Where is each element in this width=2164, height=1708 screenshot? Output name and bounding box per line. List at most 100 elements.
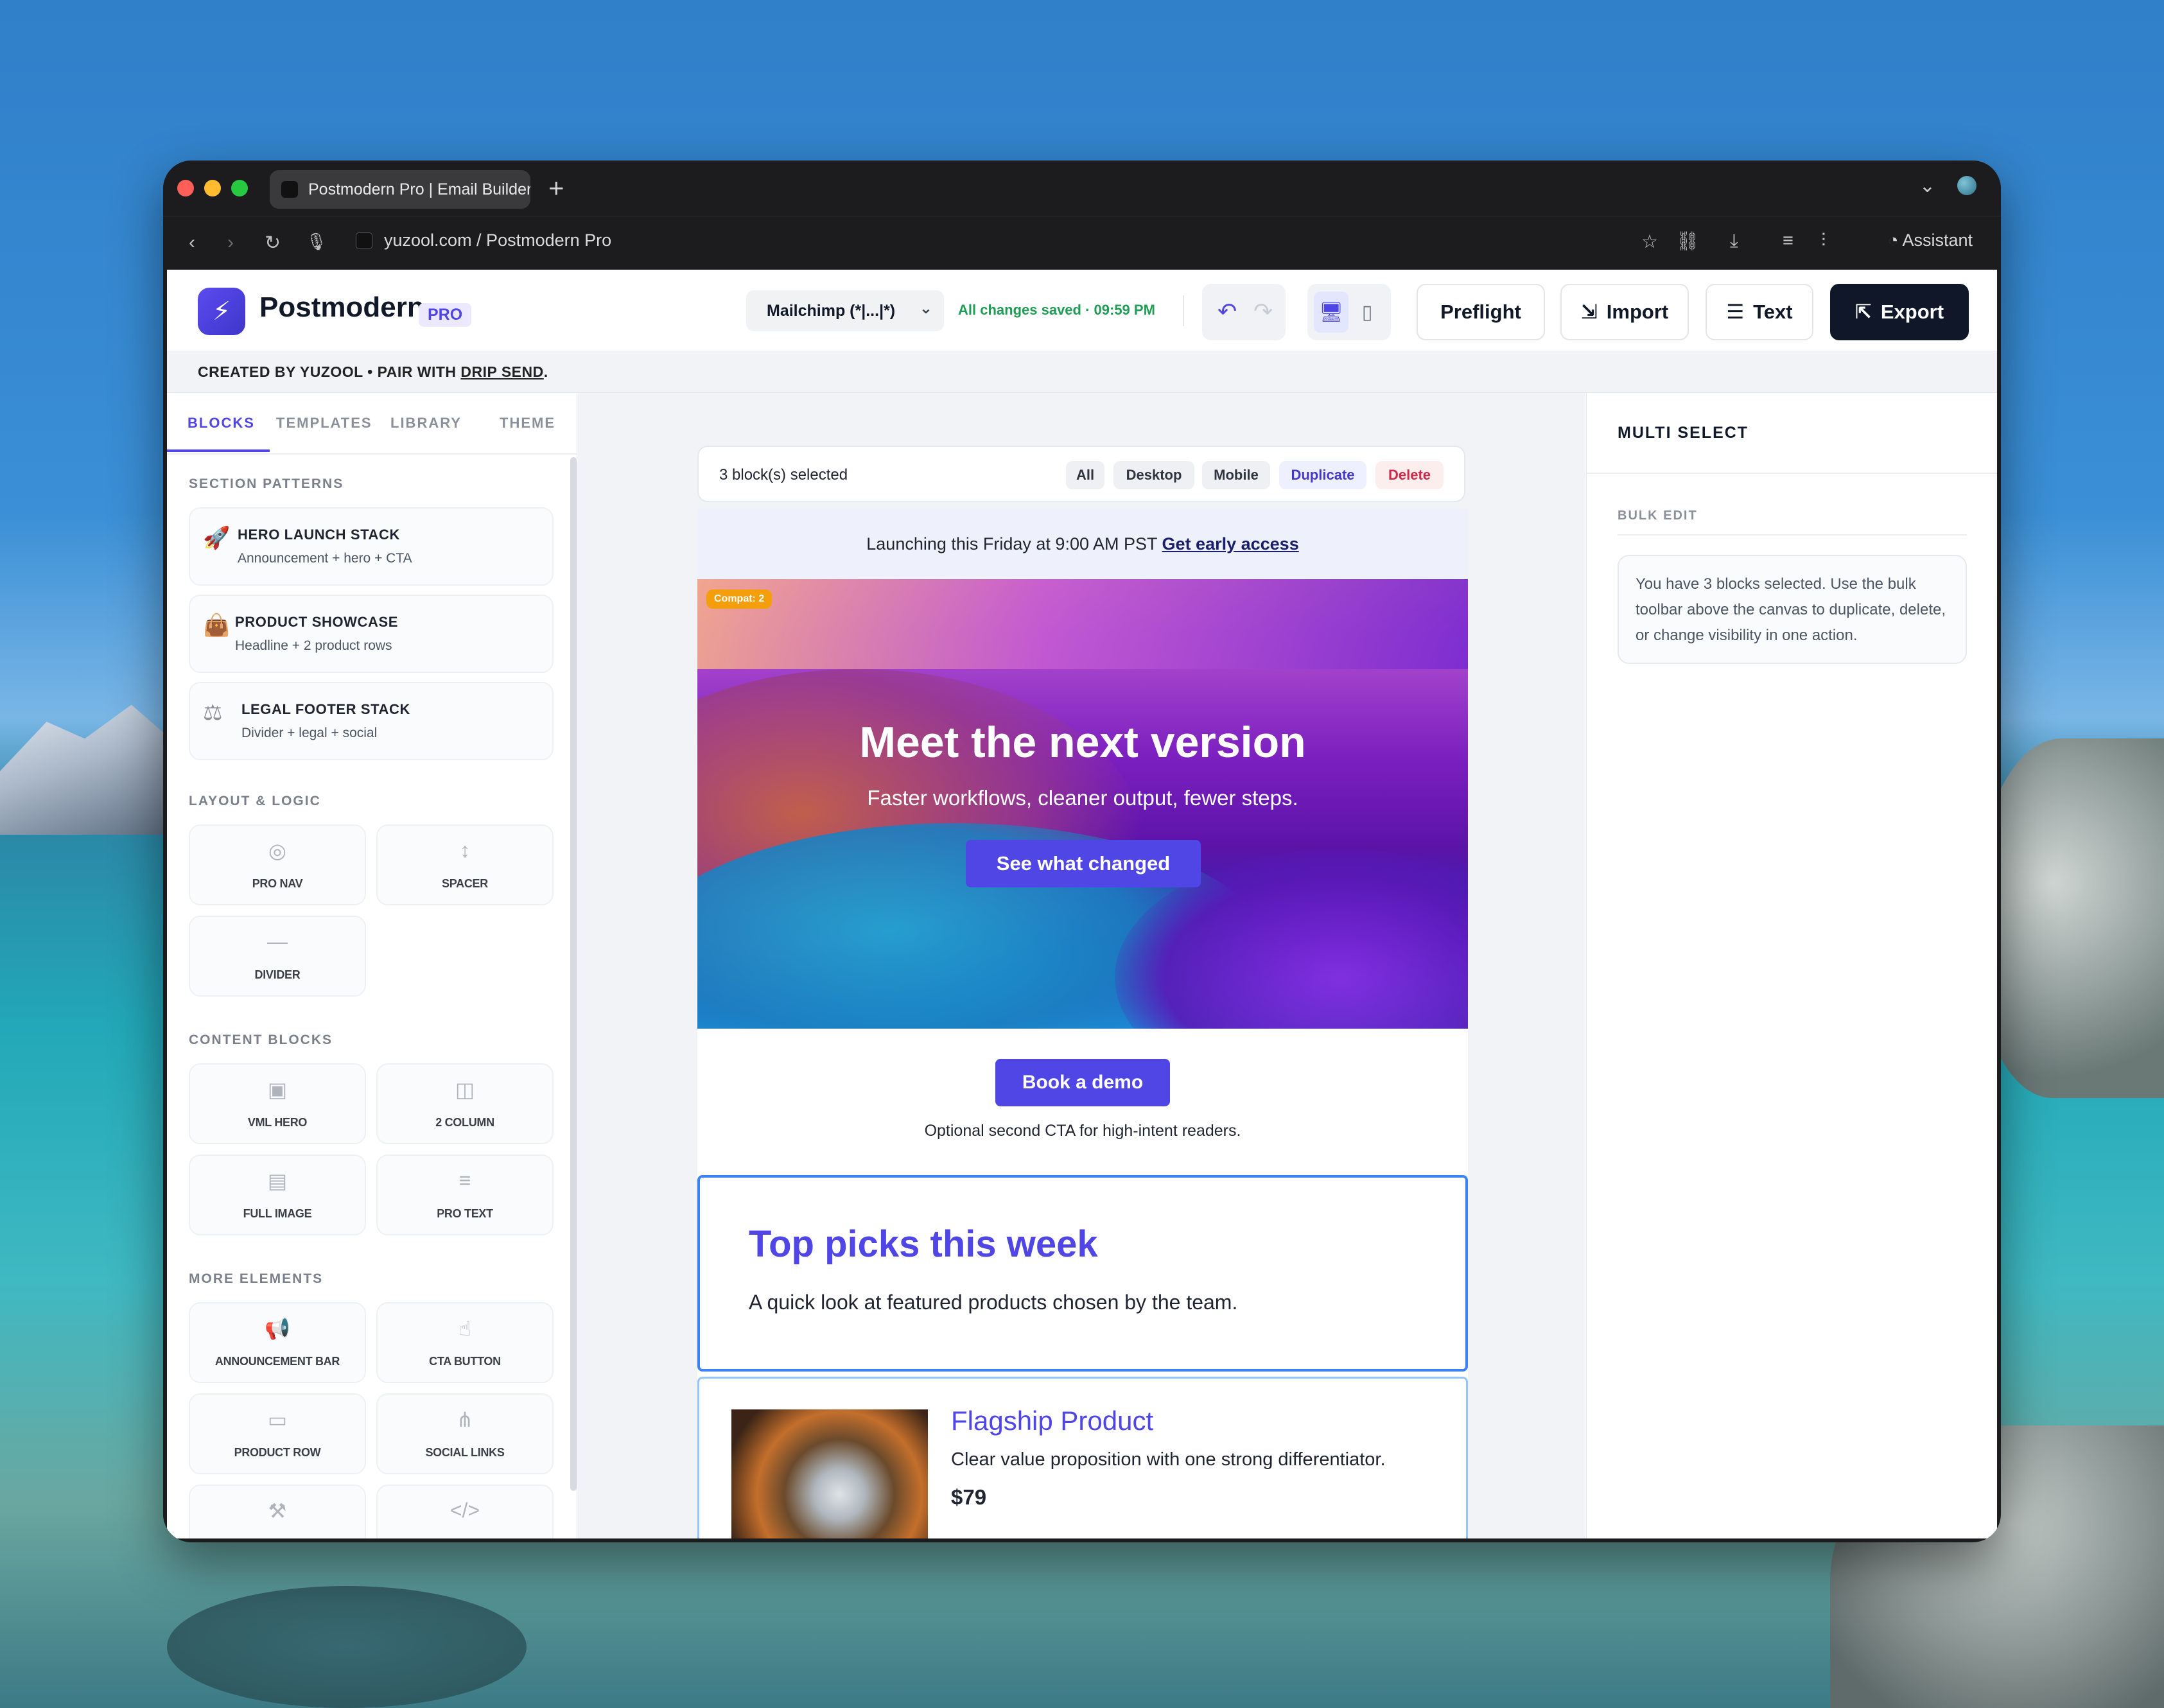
tab-templates[interactable]: TEMPLATES	[276, 415, 372, 431]
credit-text: CREATED BY YUZOOL • PAIR WITH	[198, 363, 461, 380]
pointer-hand-icon: ☝	[458, 1317, 471, 1340]
tile-announcement-bar[interactable]: 📢 ANNOUNCEMENT BAR	[189, 1302, 366, 1383]
share-icon: ⋔	[456, 1408, 474, 1431]
tile-tool[interactable]: ⚒	[189, 1485, 366, 1538]
download-icon[interactable]: ⤓	[1730, 231, 1738, 252]
tile-label: PRODUCT ROW	[234, 1446, 321, 1459]
duplicate-button[interactable]: Duplicate	[1279, 461, 1366, 489]
minimize-window-button[interactable]	[204, 180, 221, 196]
undo-icon[interactable]: ↶	[1217, 298, 1237, 325]
image-icon: ▣	[267, 1078, 288, 1101]
compat-badge: Compat: 2	[706, 589, 772, 609]
credit-suffix: .	[543, 363, 548, 380]
bulk-toolbar: 3 block(s) selected All Desktop Mobile D…	[697, 446, 1465, 502]
announcement-bar[interactable]: Launching this Friday at 9:00 AM PST Get…	[697, 509, 1468, 579]
bookmark-star-icon[interactable]: ☆	[1641, 231, 1658, 253]
tile-2-column[interactable]: ◫ 2 COLUMN	[376, 1063, 554, 1144]
mobile-view-button[interactable]: ▯	[1350, 292, 1384, 333]
bulk-edit-heading: BULK EDIT	[1618, 509, 1698, 523]
tile-pro-text[interactable]: ≡ PRO TEXT	[376, 1155, 554, 1235]
product-row-block[interactable]: Flagship Product Clear value proposition…	[697, 1377, 1468, 1538]
reload-icon[interactable]: ↻	[265, 232, 281, 254]
pattern-legal-footer-stack[interactable]: ⚖ LEGAL FOOTER STACK Divider + legal + s…	[189, 682, 554, 760]
tile-label: 2 COLUMN	[435, 1116, 494, 1129]
filter-mobile-chip[interactable]: Mobile	[1202, 461, 1270, 489]
filter-desktop-chip[interactable]: Desktop	[1113, 461, 1194, 489]
tile-vml-hero[interactable]: ▣ VML HERO	[189, 1063, 366, 1144]
book-demo-button[interactable]: Book a demo	[995, 1059, 1170, 1106]
undo-redo-group: ↶ ↷	[1202, 284, 1286, 340]
hero-block[interactable]: Compat: 2 Meet the next version Faster w…	[697, 579, 1468, 1029]
scales-icon: ⚖	[203, 701, 223, 725]
desktop-view-button[interactable]: 🖥	[1314, 292, 1348, 333]
hero-cta-button[interactable]: See what changed	[966, 840, 1201, 887]
shopping-bag-icon: 👜	[203, 613, 231, 638]
section-more-heading: MORE ELEMENTS	[189, 1271, 324, 1286]
tile-social-links[interactable]: ⋔ SOCIAL LINKS	[376, 1393, 554, 1474]
tile-code[interactable]: </>	[376, 1485, 554, 1538]
hero-gradient-top	[697, 579, 1468, 669]
tile-cta-button[interactable]: ☝ CTA BUTTON	[376, 1302, 554, 1383]
tab-blocks[interactable]: BLOCKS	[188, 415, 255, 431]
text-label: Text	[1753, 301, 1793, 323]
tile-pro-nav[interactable]: ◎ PRO NAV	[189, 824, 366, 905]
text-button[interactable]: ☰ Text	[1706, 284, 1813, 340]
delete-button[interactable]: Delete	[1375, 461, 1444, 489]
import-icon: ⇲	[1580, 301, 1598, 323]
panel-title: MULTI SELECT	[1618, 424, 1749, 442]
tile-label: SOCIAL LINKS	[425, 1446, 505, 1459]
export-button[interactable]: ⇱ Export	[1830, 284, 1969, 340]
text-lines-icon: ☰	[1726, 301, 1745, 323]
product-name: Flagship Product	[951, 1406, 1154, 1436]
profile-icon[interactable]	[1957, 176, 1976, 195]
tab-bar: Postmodern Pro | Email Builder + ⌄	[163, 161, 2001, 216]
blocks-sidebar: BLOCKS TEMPLATES LIBRARY THEME SECTION P…	[167, 393, 577, 1538]
sidebar-scrollbar[interactable]	[570, 457, 577, 1491]
import-button[interactable]: ⇲ Import	[1560, 284, 1689, 340]
url-field[interactable]: yuzool.com / Postmodern Pro	[356, 231, 611, 250]
filter-all-chip[interactable]: All	[1066, 461, 1104, 489]
redo-icon[interactable]: ↷	[1253, 298, 1273, 325]
close-window-button[interactable]	[177, 180, 194, 196]
drip-send-link[interactable]: DRIP SEND	[460, 363, 543, 380]
forward-arrow-icon[interactable]: ›	[227, 232, 234, 254]
back-arrow-icon[interactable]: ‹	[189, 232, 195, 254]
section-layout-heading: LAYOUT & LOGIC	[189, 794, 321, 808]
bulk-edit-info: You have 3 blocks selected. Use the bulk…	[1618, 555, 1967, 664]
site-favicon-icon	[356, 232, 372, 249]
top-picks-block[interactable]: Top picks this week A quick look at feat…	[697, 1175, 1468, 1372]
tile-label: FULL IMAGE	[243, 1207, 312, 1220]
new-tab-button[interactable]: +	[548, 172, 564, 204]
hero-subtitle: Faster workflows, cleaner output, fewer …	[867, 786, 1298, 810]
tile-product-row[interactable]: ▭ PRODUCT ROW	[189, 1393, 366, 1474]
esp-select[interactable]: Mailchimp (*|...|*) ⌄	[746, 290, 944, 331]
tab-library[interactable]: LIBRARY	[390, 415, 462, 431]
early-access-link[interactable]: Get early access	[1162, 534, 1299, 553]
tab-list-chevron-icon[interactable]: ⌄	[1919, 175, 1935, 197]
hammer-icon: ⚒	[268, 1499, 287, 1522]
pattern-hero-launch-stack[interactable]: 🚀 HERO LAUNCH STACK Announcement + hero …	[189, 507, 554, 586]
microphone-icon[interactable]: 🎙	[306, 232, 327, 252]
tab-theme[interactable]: THEME	[500, 415, 555, 431]
maximize-window-button[interactable]	[231, 180, 248, 196]
assistant-icon: ◔	[1888, 231, 1903, 250]
chevron-down-icon: ⌄	[919, 300, 932, 317]
background-rocks-bottom-left	[167, 1586, 527, 1708]
browser-tab[interactable]: Postmodern Pro | Email Builder	[270, 170, 530, 209]
tile-divider[interactable]: — DIVIDER	[189, 916, 366, 997]
link-icon[interactable]: ⛓	[1676, 231, 1700, 252]
pattern-subtitle: Divider + legal + social	[241, 726, 378, 740]
compass-icon: ◎	[268, 839, 286, 862]
menu-lines-icon[interactable]: ≡	[1783, 231, 1793, 252]
save-status: All changes saved · 09:59 PM	[958, 302, 1155, 318]
pattern-product-showcase[interactable]: 👜 PRODUCT SHOWCASE Headline + 2 product …	[189, 595, 554, 673]
section-content-heading: CONTENT BLOCKS	[189, 1033, 333, 1047]
audio-wave-icon[interactable]: ⫶	[1821, 231, 1826, 252]
tile-label: CTA BUTTON	[429, 1355, 501, 1368]
tile-spacer[interactable]: ↕ SPACER	[376, 824, 554, 905]
preflight-button[interactable]: Preflight	[1417, 284, 1545, 340]
pattern-title: HERO LAUNCH STACK	[238, 527, 401, 543]
tile-full-image[interactable]: ▤ FULL IMAGE	[189, 1155, 366, 1235]
assistant-button[interactable]: ◔ Assistant	[1888, 231, 1973, 250]
app-header: ⚡ Postmodern PRO Mailchimp (*|...|*) ⌄ A…	[167, 270, 1997, 351]
